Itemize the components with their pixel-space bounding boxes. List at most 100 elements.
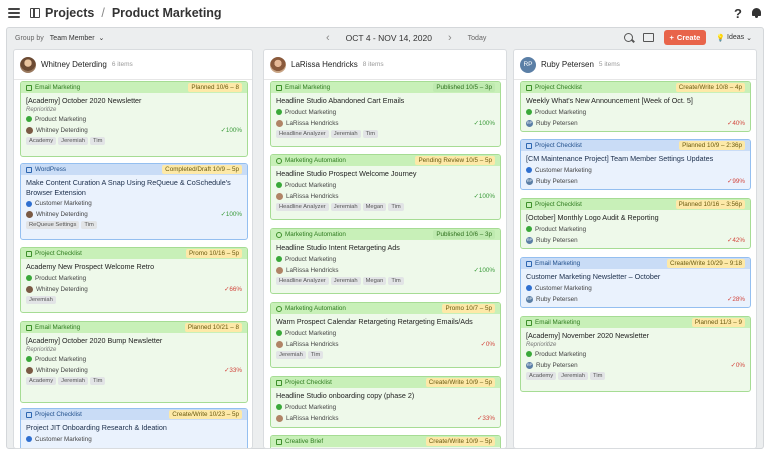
- projects-icon: [30, 8, 40, 18]
- project-name: Product Marketing: [535, 225, 587, 233]
- share-icon[interactable]: [642, 33, 654, 42]
- content-card[interactable]: Email Marketing Create/Write 10/29 – 9:18…: [520, 257, 751, 308]
- status-badge: Promo 10/7 – 5p: [442, 304, 495, 313]
- content-card[interactable]: Marketing Automation Published 10/6 – 3p …: [270, 228, 501, 294]
- breadcrumb-separator: /: [101, 6, 105, 20]
- team-column: Whitney Deterding 6 items Email Marketin…: [13, 49, 253, 449]
- menu-icon[interactable]: [8, 8, 20, 18]
- content-card[interactable]: Project Checklist Create/Write 10/23 – 5p…: [20, 408, 248, 448]
- status-badge: Published 10/6 – 3p: [433, 230, 495, 239]
- tag[interactable]: Jeremiah: [276, 350, 306, 359]
- project-name: Product Marketing: [535, 108, 587, 116]
- create-button[interactable]: + Create: [663, 30, 707, 45]
- tag[interactable]: Jeremiah: [58, 376, 89, 385]
- tag[interactable]: Tim: [90, 376, 106, 385]
- prev-range-icon[interactable]: ‹: [326, 32, 330, 44]
- tag[interactable]: Tim: [362, 129, 379, 138]
- status-badge: Pending Review 10/5 – 5p: [415, 156, 495, 165]
- item-count: 8 items: [362, 61, 384, 68]
- project-dot: [276, 404, 282, 410]
- content-card[interactable]: Email Marketing Planned 10/21 – 8 [Academ…: [20, 321, 248, 403]
- content-card[interactable]: Project Checklist Promo 10/16 – 5p Academ…: [20, 247, 248, 313]
- tag[interactable]: Jeremiah: [58, 136, 89, 145]
- tag[interactable]: Jeremiah: [330, 129, 361, 138]
- tag[interactable]: Tim: [307, 350, 324, 359]
- tag[interactable]: Headline Analyzer: [276, 202, 329, 211]
- checklist-icon: [526, 142, 532, 149]
- column-header: RP Ruby Petersen 5 items: [514, 50, 756, 80]
- chevron-down-icon: ⌄: [746, 34, 752, 42]
- tag[interactable]: Megan: [362, 276, 387, 285]
- avatar: [270, 56, 286, 73]
- content-card[interactable]: Creative Brief Create/Write 10/9 – 5p: [270, 435, 501, 448]
- next-range-icon[interactable]: ›: [448, 32, 452, 44]
- tag[interactable]: Jeremiah: [330, 276, 361, 285]
- email-icon: [276, 84, 282, 91]
- content-card[interactable]: Project Checklist Planned 10/16 – 3:56p […: [520, 198, 751, 249]
- checklist-icon: [526, 201, 532, 208]
- wordpress-icon: [26, 166, 32, 173]
- card-type: Email Marketing: [535, 319, 581, 326]
- date-range-select[interactable]: OCT 4 - NOV 14, 2020: [346, 33, 432, 43]
- content-card[interactable]: Project Checklist Create/Write 10/9 – 5p …: [270, 376, 501, 428]
- avatar: RP: [526, 236, 533, 244]
- tag[interactable]: Tim: [388, 202, 404, 211]
- status-badge: Create/Write 10/9 – 5p: [425, 378, 495, 387]
- tag[interactable]: Tim: [388, 276, 404, 285]
- owner-name: Ruby Petersen: [536, 361, 578, 369]
- group-by-select[interactable]: Team Member ⌄: [50, 34, 105, 43]
- tag[interactable]: Academy: [26, 376, 57, 385]
- tag[interactable]: Academy: [26, 136, 57, 145]
- card-type: Email Marketing: [35, 324, 81, 331]
- project-dot: [276, 256, 282, 262]
- content-card[interactable]: Email Marketing Planned 11/3 – 9 [Academy…: [520, 316, 751, 392]
- task-progress: ✓66%: [224, 285, 242, 293]
- tag[interactable]: Jeremiah: [330, 202, 361, 211]
- tag[interactable]: Jeremiah: [558, 371, 589, 380]
- project-name: Product Marketing: [285, 255, 337, 263]
- today-button[interactable]: Today: [468, 35, 487, 42]
- bell-icon[interactable]: [751, 7, 762, 19]
- tag[interactable]: Headline Analyzer: [276, 276, 329, 285]
- card-type: Project Checklist: [535, 201, 582, 208]
- content-card[interactable]: WordPress Completed/Draft 10/9 – 5p Make …: [20, 163, 248, 240]
- help-icon[interactable]: ?: [734, 6, 742, 21]
- tag[interactable]: Jeremiah: [26, 295, 56, 304]
- tag[interactable]: Tim: [90, 136, 106, 145]
- tag[interactable]: ReQueue Settings: [26, 221, 80, 229]
- item-count: 6 items: [111, 61, 133, 68]
- owner-name: Whitney Deterding: [36, 285, 88, 293]
- tag[interactable]: Tim: [590, 371, 606, 380]
- project-name: Product Marketing: [285, 108, 337, 116]
- chevron-down-icon: ⌄: [98, 35, 105, 42]
- project-name: Product Marketing: [35, 355, 87, 363]
- board-toolbar: Group by Team Member ⌄ ‹ OCT 4 - NOV 14,…: [6, 27, 764, 49]
- ideas-button[interactable]: 💡 Ideas ⌄: [716, 34, 752, 42]
- card-type: Project Checklist: [535, 84, 582, 91]
- tag[interactable]: Headline Analyzer: [276, 129, 329, 138]
- member-name: Ruby Petersen: [541, 60, 594, 69]
- content-card[interactable]: Project Checklist Create/Write 10/8 – 4p …: [520, 81, 751, 132]
- status-badge: Planned 10/16 – 3:56p: [675, 200, 745, 209]
- search-icon[interactable]: [623, 33, 633, 42]
- project-name: Product Marketing: [285, 329, 337, 337]
- content-card[interactable]: Marketing Automation Promo 10/7 – 5p Warm…: [270, 302, 501, 368]
- email-icon: [26, 324, 32, 331]
- breadcrumb-projects[interactable]: Projects: [45, 6, 94, 20]
- project-name: Product Marketing: [35, 115, 87, 123]
- status-badge: Planned 11/3 – 9: [691, 318, 745, 327]
- card-title: Project JIT Onboarding Research & Ideati…: [26, 423, 167, 432]
- tag[interactable]: Tim: [81, 221, 97, 229]
- content-card[interactable]: Marketing Automation Pending Review 10/5 …: [270, 154, 501, 220]
- status-badge: Planned 10/21 – 8: [184, 323, 242, 332]
- task-progress: ✓33%: [224, 366, 242, 374]
- project-dot: [526, 285, 532, 291]
- content-card[interactable]: Email Marketing Planned 10/6 – 8 [Academy…: [20, 81, 248, 157]
- app-header: Projects / Product Marketing ?: [0, 0, 770, 26]
- tag[interactable]: Academy: [526, 371, 557, 380]
- content-card[interactable]: Project Checklist Planned 10/9 – 2:36p [C…: [520, 139, 751, 190]
- project-name: Product Marketing: [535, 350, 587, 358]
- content-card[interactable]: Email Marketing Published 10/5 – 3p Headl…: [270, 81, 501, 147]
- tag[interactable]: Megan: [362, 202, 387, 211]
- project-dot: [276, 330, 282, 336]
